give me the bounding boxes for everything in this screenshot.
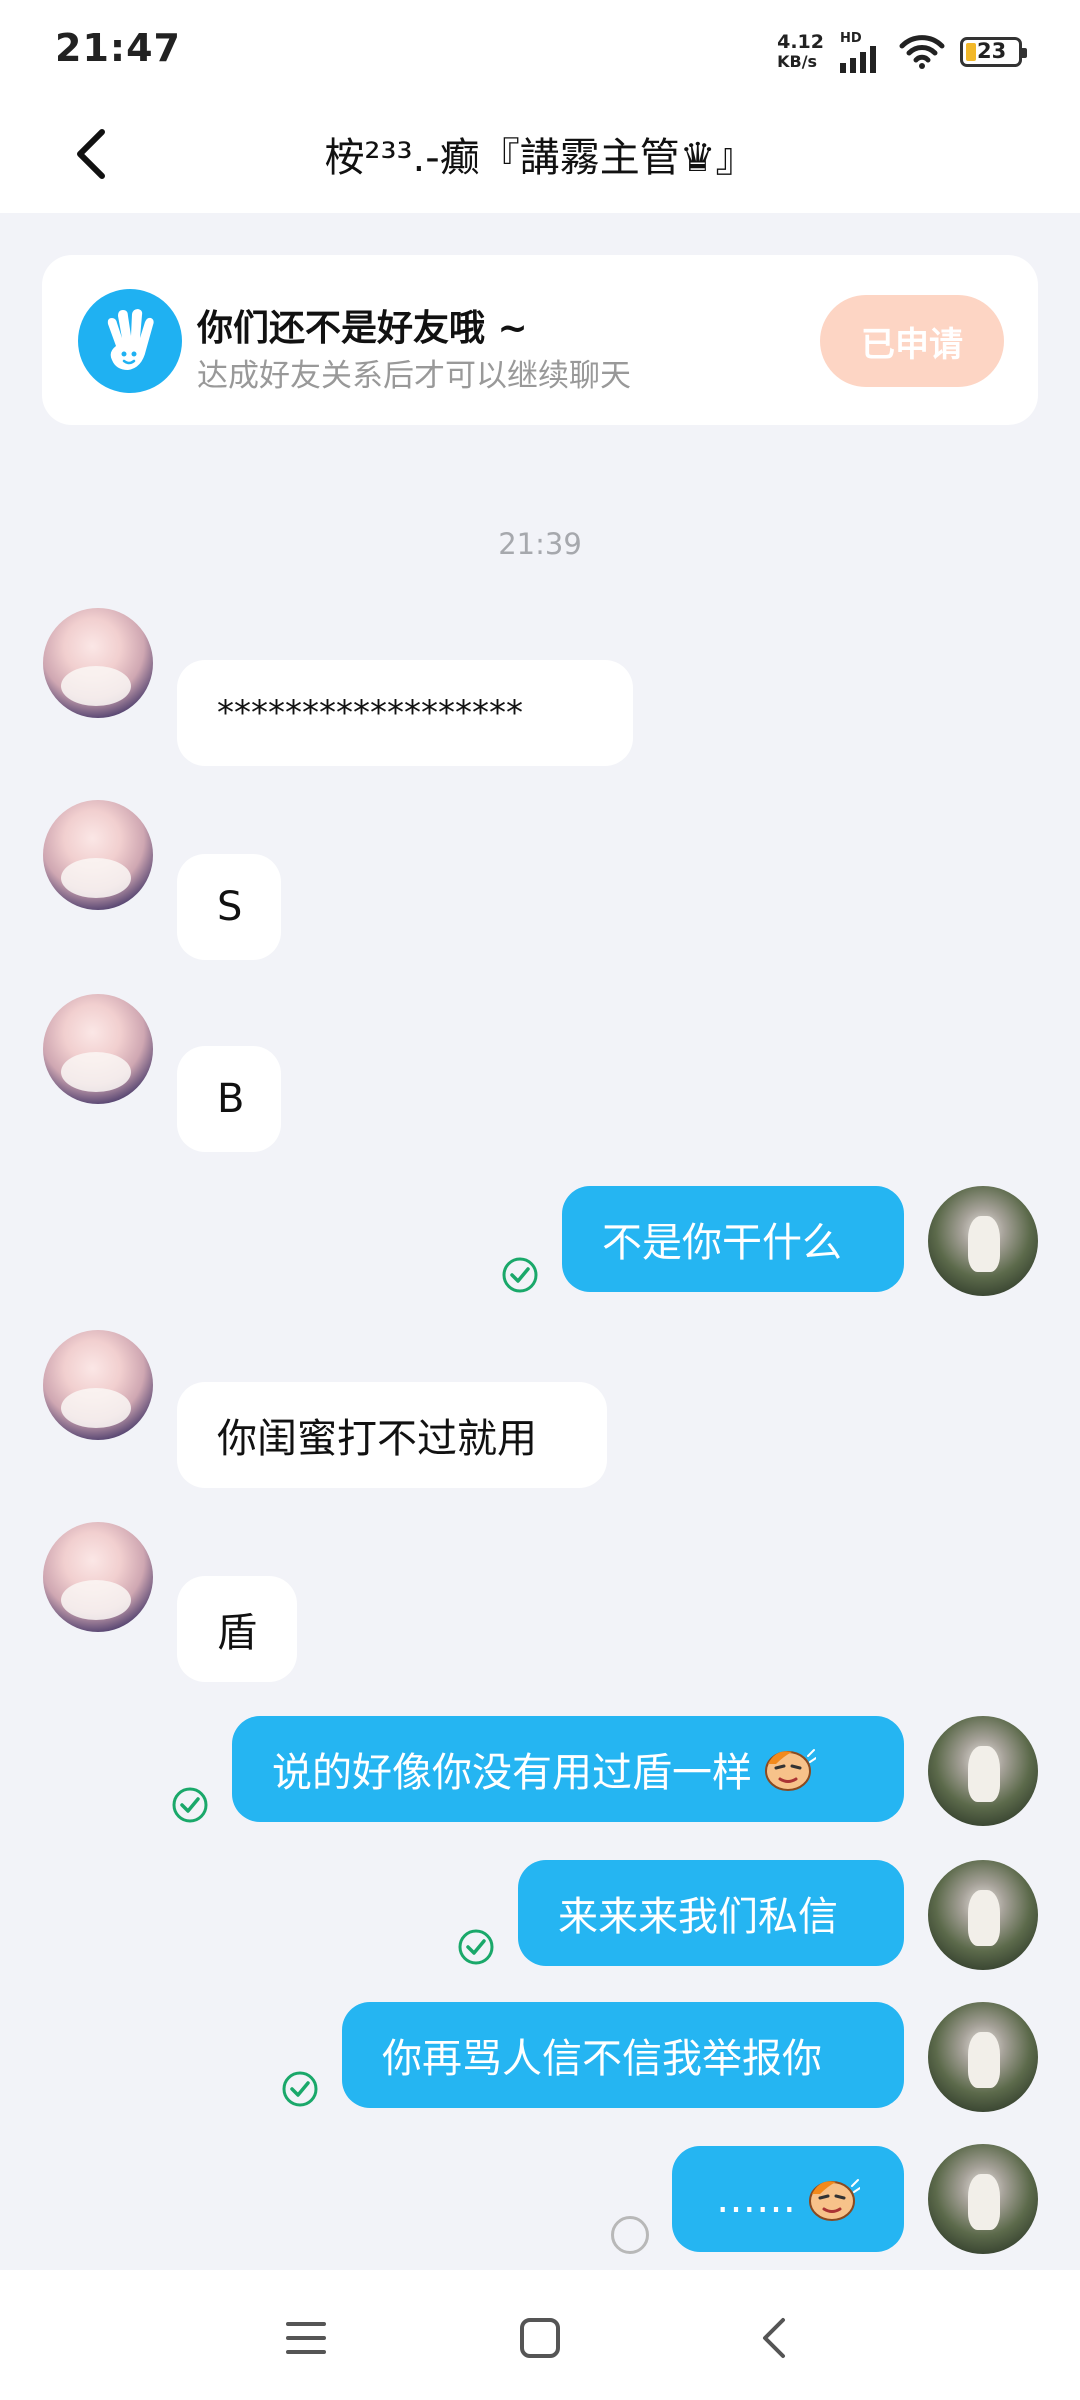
hd-label: HD: [840, 30, 862, 46]
my-avatar[interactable]: [928, 1186, 1038, 1296]
my-avatar[interactable]: [928, 2002, 1038, 2112]
outgoing-message[interactable]: 不是你干什么: [562, 1186, 904, 1292]
chat-header: 桉²³³.-癫『講霧主管♛』: [0, 105, 1080, 213]
sly-face-emoji: [809, 2179, 860, 2221]
menu-button[interactable]: [276, 2308, 336, 2368]
status-time: 21:47: [55, 26, 181, 70]
sending-status-icon: [611, 2216, 649, 2254]
applied-button[interactable]: 已申请: [820, 295, 1004, 387]
system-navigation-bar: [0, 2270, 1080, 2400]
contact-avatar[interactable]: [43, 1522, 153, 1632]
wave-hand-icon: [78, 289, 182, 393]
read-check-icon: [458, 1929, 494, 1965]
notice-subtitle: 达成好友关系后才可以继续聊天: [197, 358, 631, 394]
sly-face-emoji: [765, 1749, 816, 1791]
status-icons: 4.12 KB/s HD 23: [777, 30, 1027, 74]
friend-notice-card: 你们还不是好友哦 ~ 达成好友关系后才可以继续聊天 已申请: [42, 255, 1038, 425]
chat-title: 桉²³³.-癫『講霧主管♛』: [324, 135, 756, 181]
home-square-icon: [520, 2318, 560, 2358]
system-back-button[interactable]: [744, 2308, 804, 2368]
incoming-message[interactable]: B: [177, 1046, 281, 1152]
network-speed-unit: KB/s: [777, 52, 818, 71]
notice-title: 你们还不是好友哦 ~: [197, 308, 528, 349]
back-triangle-icon: [763, 2318, 785, 2358]
contact-avatar[interactable]: [43, 1330, 153, 1440]
incoming-message[interactable]: ******************: [177, 660, 633, 766]
battery-level: 23: [977, 39, 1007, 63]
read-check-icon: [172, 1787, 208, 1823]
incoming-message[interactable]: S: [177, 854, 281, 960]
network-speed-value: 4.12: [777, 31, 824, 53]
outgoing-message[interactable]: 你再骂人信不信我举报你: [342, 2002, 904, 2108]
contact-avatar[interactable]: [43, 994, 153, 1104]
timestamp-divider: 21:39: [498, 527, 582, 561]
network-speed: 4.12 KB/s: [777, 32, 824, 72]
menu-icon: [286, 2322, 326, 2354]
message-text: 说的好像你没有用过盾一样: [272, 1750, 752, 1796]
battery-icon: 23: [960, 37, 1027, 67]
outgoing-message[interactable]: ……: [672, 2146, 904, 2252]
my-avatar[interactable]: [928, 1716, 1038, 1826]
message-text: ……: [716, 2176, 796, 2222]
wifi-icon: [899, 35, 945, 69]
cellular-signal: HD: [838, 32, 884, 73]
home-button[interactable]: [510, 2308, 570, 2368]
my-avatar[interactable]: [928, 1860, 1038, 1970]
incoming-message[interactable]: 盾: [177, 1576, 297, 1682]
outgoing-message[interactable]: 说的好像你没有用过盾一样: [232, 1716, 904, 1822]
incoming-message[interactable]: 你闺蜜打不过就用: [177, 1382, 607, 1488]
contact-avatar[interactable]: [43, 608, 153, 718]
status-bar: 21:47 4.12 KB/s HD 23: [0, 0, 1080, 105]
contact-avatar[interactable]: [43, 800, 153, 910]
my-avatar[interactable]: [928, 2144, 1038, 2254]
read-check-icon: [502, 1257, 538, 1293]
read-check-icon: [282, 2071, 318, 2107]
outgoing-message[interactable]: 来来来我们私信: [518, 1860, 904, 1966]
signal-bars-icon: [840, 45, 876, 73]
